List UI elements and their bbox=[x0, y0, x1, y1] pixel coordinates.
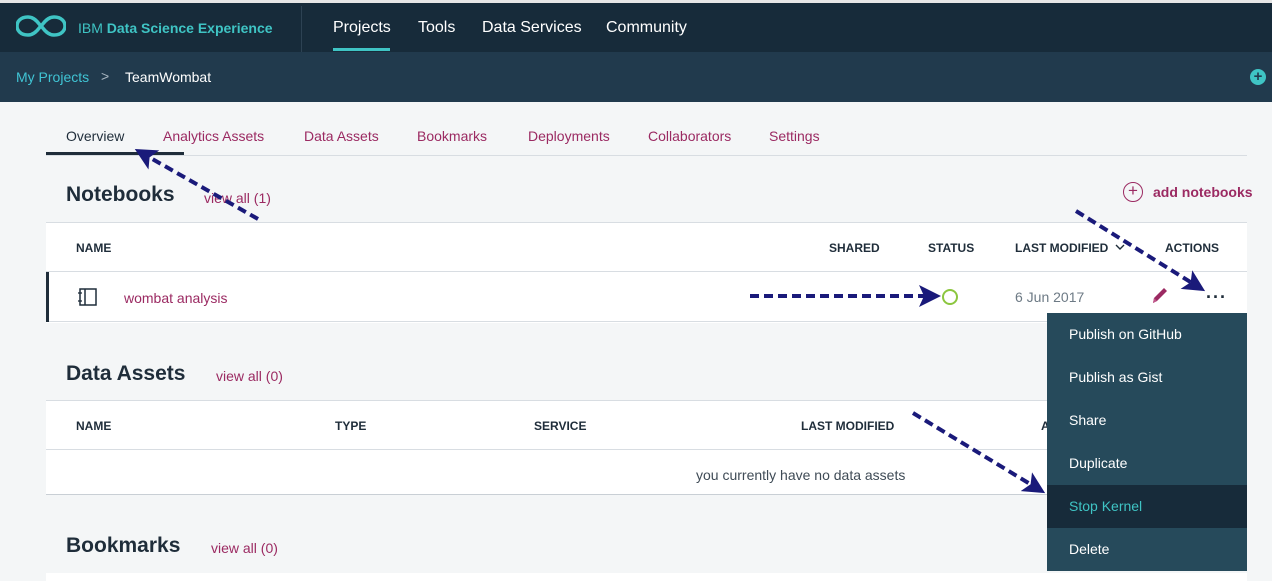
actions-more-icon[interactable]: ... bbox=[1206, 282, 1227, 303]
data-assets-view-all-link[interactable]: view all (0) bbox=[216, 368, 283, 384]
infinity-logo-icon[interactable] bbox=[16, 13, 66, 39]
tab-deployments[interactable]: Deployments bbox=[528, 128, 610, 144]
menu-item-share[interactable]: Share bbox=[1047, 399, 1247, 442]
add-icon: + bbox=[1123, 182, 1143, 202]
nav-tools[interactable]: Tools bbox=[418, 19, 455, 37]
column-header-name: NAME bbox=[76, 419, 112, 433]
tab-collaborators[interactable]: Collaborators bbox=[648, 128, 731, 144]
breadcrumb-my-projects[interactable]: My Projects bbox=[16, 69, 89, 85]
notebook-name-link[interactable]: wombat analysis bbox=[124, 290, 228, 306]
column-header-actions: ACTIONS bbox=[1165, 241, 1219, 255]
row-selection-indicator bbox=[46, 272, 49, 322]
notebook-last-modified: 6 Jun 2017 bbox=[1015, 289, 1085, 305]
column-header-type: TYPE bbox=[335, 419, 367, 433]
column-header-status: STATUS bbox=[928, 241, 975, 255]
bookmarks-title: Bookmarks bbox=[66, 534, 181, 557]
brand-title[interactable]: IBM Data Science Experience bbox=[78, 20, 273, 36]
notebooks-title: Notebooks bbox=[66, 183, 175, 206]
breadcrumb-separator: > bbox=[101, 68, 110, 84]
tab-data-assets[interactable]: Data Assets bbox=[304, 128, 379, 144]
notebook-icon bbox=[78, 288, 97, 306]
add-notebooks-button[interactable]: + add notebooks bbox=[1123, 181, 1253, 203]
tab-bookmarks[interactable]: Bookmarks bbox=[417, 128, 487, 144]
column-header-service: SERVICE bbox=[534, 419, 587, 433]
brand-prefix: IBM bbox=[78, 20, 103, 36]
column-header-name: NAME bbox=[76, 241, 112, 255]
menu-item-publish-github[interactable]: Publish on GitHub bbox=[1047, 313, 1247, 356]
empty-state-message: you currently have no data assets bbox=[696, 467, 906, 483]
actions-dropdown-menu: Publish on GitHub Publish as Gist Share … bbox=[1047, 313, 1247, 571]
edit-pencil-icon[interactable] bbox=[1151, 286, 1169, 306]
nav-community[interactable]: Community bbox=[606, 19, 687, 37]
column-header-last-modified: LAST MODIFIED bbox=[801, 419, 895, 433]
bookmarks-view-all-link[interactable]: view all (0) bbox=[211, 540, 278, 556]
status-indicator-icon bbox=[942, 289, 958, 305]
menu-item-delete[interactable]: Delete bbox=[1047, 528, 1247, 571]
menu-item-publish-gist[interactable]: Publish as Gist bbox=[1047, 356, 1247, 399]
column-header-shared: SHARED bbox=[829, 241, 880, 255]
tab-analytics-assets[interactable]: Analytics Assets bbox=[163, 128, 264, 144]
menu-item-stop-kernel[interactable]: Stop Kernel bbox=[1047, 485, 1247, 528]
project-tabs: Overview Analytics Assets Data Assets Bo… bbox=[46, 116, 1247, 156]
notebooks-table: NAME SHARED STATUS LAST MODIFIED ACTIONS… bbox=[46, 222, 1247, 323]
nav-projects[interactable]: Projects bbox=[333, 19, 391, 37]
add-circle-icon[interactable]: + bbox=[1250, 69, 1266, 85]
data-assets-title: Data Assets bbox=[66, 362, 186, 385]
nav-data-services[interactable]: Data Services bbox=[482, 19, 582, 37]
sort-chevron-down-icon[interactable] bbox=[1115, 243, 1125, 251]
notebooks-table-header: NAME SHARED STATUS LAST MODIFIED ACTIONS bbox=[46, 222, 1247, 272]
add-notebooks-label: add notebooks bbox=[1153, 184, 1253, 200]
tab-settings[interactable]: Settings bbox=[769, 128, 820, 144]
menu-item-duplicate[interactable]: Duplicate bbox=[1047, 442, 1247, 485]
brand-name: Data Science Experience bbox=[106, 20, 273, 36]
brand-divider bbox=[301, 6, 302, 52]
tab-overview[interactable]: Overview bbox=[66, 128, 124, 144]
bookmarks-table bbox=[46, 573, 1247, 581]
column-header-last-modified[interactable]: LAST MODIFIED bbox=[1015, 241, 1108, 255]
nav-active-indicator bbox=[333, 48, 390, 51]
top-navigation-bar: IBM Data Science Experience Projects Too… bbox=[0, 0, 1272, 52]
breadcrumb-current-project: TeamWombat bbox=[125, 69, 212, 85]
notebooks-view-all-link[interactable]: view all (1) bbox=[204, 190, 271, 206]
tab-active-indicator bbox=[46, 152, 184, 155]
breadcrumb-bar: My Projects > TeamWombat + bbox=[0, 52, 1272, 102]
